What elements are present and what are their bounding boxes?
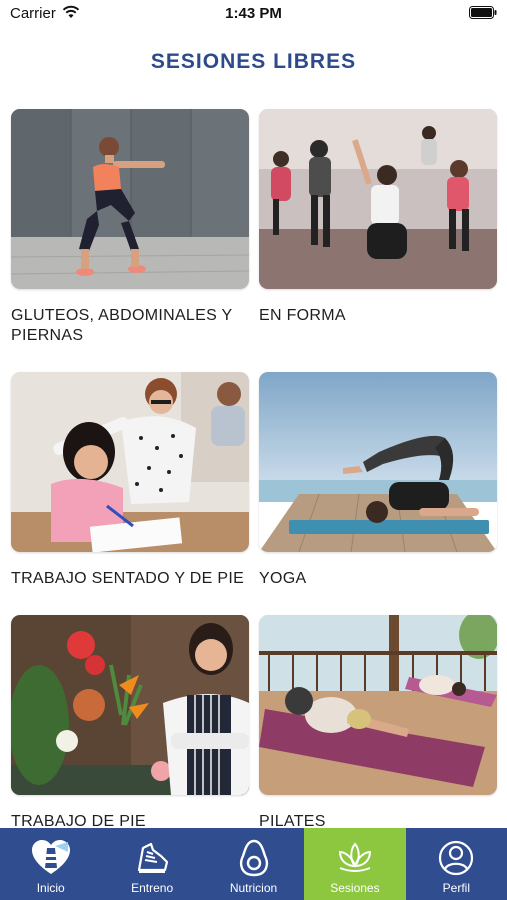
battery-icon	[469, 6, 497, 19]
session-label: GLUTEOS, ABDOMINALES Y PIERNAS	[11, 307, 233, 344]
lotus-icon	[338, 842, 371, 872]
clock: 1:43 PM	[225, 5, 282, 22]
session-card-gluteos[interactable]: GLUTEOS, ABDOMINALES Y PIERNAS	[11, 109, 249, 346]
session-card-pilates[interactable]: PILATES	[259, 615, 497, 832]
tab-label: Nutricion	[229, 881, 278, 895]
tab-sesiones[interactable]: Sesiones	[304, 828, 406, 900]
tab-inicio[interactable]: Inicio	[0, 828, 101, 900]
florist-photo	[11, 615, 249, 795]
tab-bar: Inicio Entreno Nutricion Sesiones Perfil	[0, 828, 507, 900]
heart-lighthouse-icon	[31, 840, 70, 874]
session-card-en-forma[interactable]: EN FORMA	[259, 109, 497, 326]
dance-class-photo	[259, 109, 497, 289]
session-card-yoga[interactable]: YOGA	[259, 372, 497, 589]
teacher-student-photo	[11, 372, 249, 552]
session-card-trabajo-de-pie[interactable]: TRABAJO DE PIE	[11, 615, 249, 832]
tab-nutricion[interactable]: Nutricion	[203, 828, 304, 900]
tab-label: Entreno	[131, 881, 174, 895]
tab-entreno[interactable]: Entreno	[101, 828, 202, 900]
session-label: EN FORMA	[259, 307, 346, 324]
squat-woman-photo	[11, 109, 249, 289]
session-label: TRABAJO SENTADO Y DE PIE	[11, 570, 245, 587]
session-card-trabajo-sentado[interactable]: TRABAJO SENTADO Y DE PIE	[11, 372, 249, 589]
sneaker-icon	[138, 842, 169, 873]
avocado-icon	[239, 839, 268, 877]
pilates-mat-photo	[259, 615, 497, 795]
user-icon	[439, 840, 474, 876]
tab-label: Perfil	[442, 881, 470, 895]
status-bar: Carrier 1:43 PM	[0, 0, 507, 28]
tab-label: Sesiones	[330, 881, 380, 895]
session-label: YOGA	[259, 570, 307, 587]
tab-perfil[interactable]: Perfil	[406, 828, 507, 900]
yoga-pose-photo	[259, 372, 497, 552]
page-title: SESIONES LIBRES	[150, 50, 357, 73]
tab-label: Inicio	[36, 881, 65, 895]
